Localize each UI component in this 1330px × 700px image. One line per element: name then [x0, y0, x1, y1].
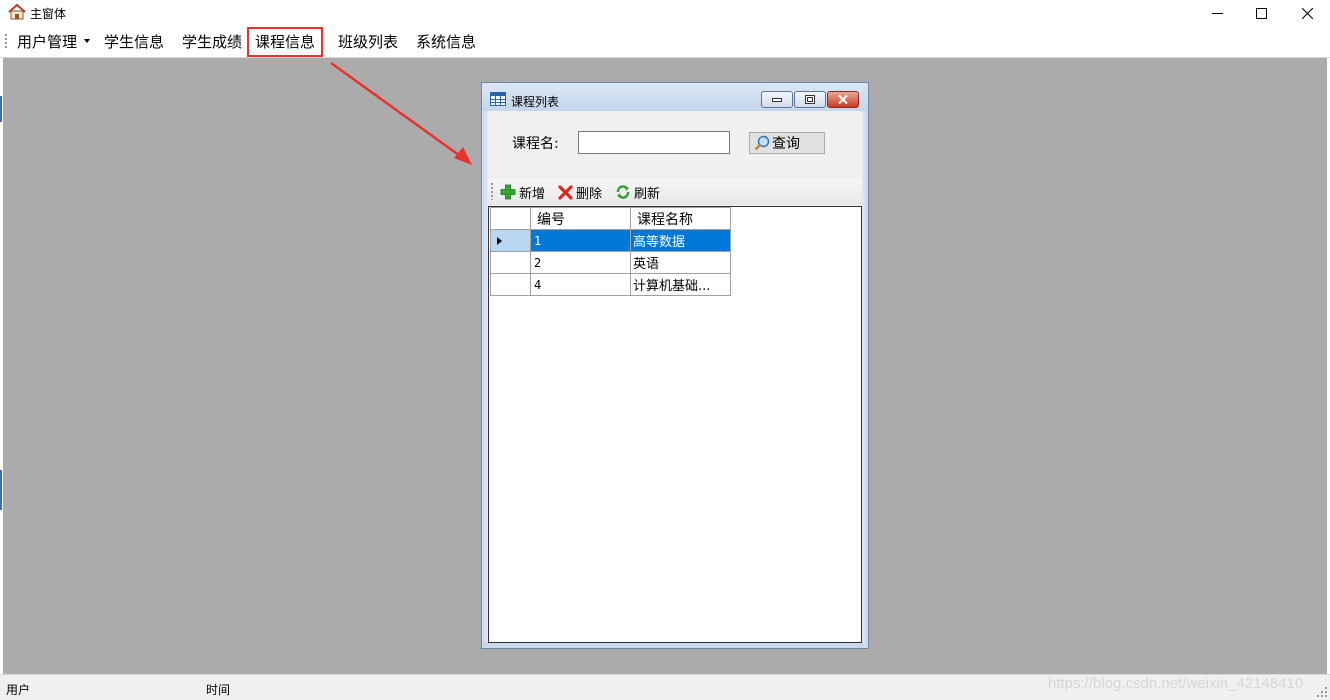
close-icon: [838, 95, 848, 104]
dropdown-caret-icon: [84, 38, 91, 43]
minimize-button[interactable]: [1194, 0, 1240, 26]
home-icon: [8, 4, 26, 20]
column-header-id[interactable]: 编号: [530, 207, 631, 230]
close-icon: [1301, 7, 1313, 19]
window-title: 主窗体: [30, 7, 67, 21]
cell-name[interactable]: 计算机基础...: [630, 273, 731, 296]
window-frame: [862, 111, 868, 648]
add-button-label: 新增: [519, 186, 546, 202]
table-icon: [490, 92, 506, 106]
cell-id[interactable]: 2: [530, 251, 631, 274]
course-list-window: 课程列表 课程名: 查询 新增 删除 刷新 编号 课程名称 1 高等数据 2 英…: [481, 82, 869, 649]
grid-toolbar: 新增 删除 刷新: [488, 179, 862, 205]
menu-label: 课程信息: [255, 33, 316, 51]
child-window-title: 课程列表: [511, 95, 560, 109]
add-button[interactable]: 新增: [500, 183, 546, 202]
table-row[interactable]: 4 计算机基础...: [490, 273, 731, 296]
grid-corner-header[interactable]: [490, 207, 531, 230]
menu-label: 用户管理: [17, 33, 78, 51]
cell-id[interactable]: 1: [530, 229, 631, 252]
course-table: 编号 课程名称 1 高等数据 2 英语 4 计算机基础...: [490, 207, 731, 296]
minimize-icon: [1211, 12, 1223, 14]
status-bar: 用户 时间 https://blog.csdn.net/weixin_42148…: [0, 674, 1330, 700]
minimize-icon: [772, 97, 782, 102]
grid-header-row: 编号 课程名称: [490, 207, 731, 230]
search-icon: [754, 135, 770, 151]
status-time-label: 时间: [206, 683, 231, 697]
delete-x-icon: [558, 184, 573, 200]
cell-id[interactable]: 4: [530, 273, 631, 296]
cell-name[interactable]: 高等数据: [630, 229, 731, 252]
child-minimize-button[interactable]: [761, 91, 793, 108]
menu-user-management[interactable]: 用户管理: [11, 29, 96, 55]
restore-icon: [805, 95, 815, 104]
close-button[interactable]: [1284, 0, 1330, 26]
cell-name[interactable]: 英语: [630, 251, 731, 274]
column-header-name[interactable]: 课程名称: [630, 207, 731, 230]
course-name-label: 课程名:: [512, 136, 559, 152]
row-header[interactable]: [490, 251, 531, 274]
table-row[interactable]: 1 高等数据: [490, 229, 731, 252]
status-user-label: 用户: [6, 683, 31, 697]
delete-button[interactable]: 删除: [558, 183, 603, 202]
plus-icon: [500, 184, 516, 200]
query-button-label: 查询: [772, 136, 800, 152]
query-button[interactable]: 查询: [749, 132, 825, 154]
title-bar: 主窗体: [0, 0, 1330, 26]
refresh-button[interactable]: 刷新: [615, 183, 661, 202]
menu-label: 学生成绩: [182, 33, 243, 51]
toolbar-grip[interactable]: [491, 183, 493, 200]
resize-grip-icon[interactable]: [1317, 687, 1327, 697]
menu-grip[interactable]: [5, 34, 7, 50]
refresh-button-label: 刷新: [634, 186, 661, 202]
current-row-arrow-icon: [497, 237, 502, 245]
menu-student-scores[interactable]: 学生成绩: [176, 29, 248, 55]
course-name-input[interactable]: [578, 131, 730, 154]
child-close-button[interactable]: [827, 91, 859, 108]
row-header[interactable]: [490, 229, 531, 252]
delete-button-label: 删除: [576, 186, 603, 202]
menu-bar: 用户管理 学生信息 学生成绩 课程信息 班级列表 系统信息: [0, 27, 1330, 58]
menu-label: 系统信息: [416, 33, 477, 51]
menu-student-info[interactable]: 学生信息: [98, 29, 170, 55]
menu-class-list[interactable]: 班级列表: [332, 29, 404, 55]
child-restore-button[interactable]: [794, 91, 826, 108]
menu-label: 学生信息: [104, 33, 165, 51]
maximize-button[interactable]: [1238, 0, 1284, 26]
menu-label: 班级列表: [338, 33, 399, 51]
watermark-text: https://blog.csdn.net/weixin_42148410: [1048, 675, 1304, 692]
menu-system-info[interactable]: 系统信息: [410, 29, 482, 55]
menu-course-info[interactable]: 课程信息: [247, 27, 324, 57]
child-title-bar[interactable]: 课程列表: [482, 83, 868, 111]
refresh-icon: [616, 185, 630, 199]
edge-mark: [0, 470, 2, 510]
edge-mark: [0, 96, 2, 122]
course-grid[interactable]: 编号 课程名称 1 高等数据 2 英语 4 计算机基础...: [488, 206, 862, 643]
table-row[interactable]: 2 英语: [490, 251, 731, 274]
row-header[interactable]: [490, 273, 531, 296]
maximize-icon: [1255, 7, 1267, 19]
search-panel: 课程名: 查询: [488, 111, 862, 179]
